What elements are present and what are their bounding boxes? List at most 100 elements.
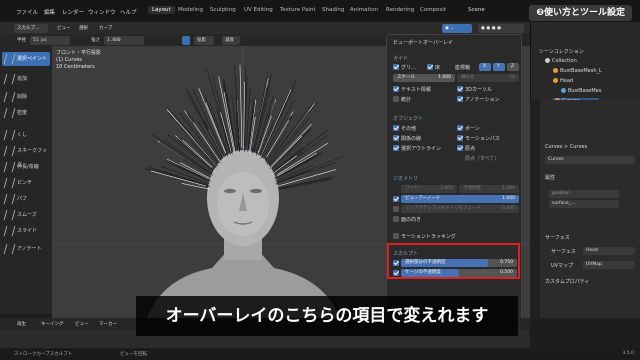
outliner-item-bustbasemesh[interactable]: BustBaseMesh_L bbox=[553, 68, 602, 74]
viewport-info: フロント・平行投影 (1) Curves 10 Centimeters bbox=[56, 50, 101, 71]
slide-icon bbox=[3, 226, 16, 236]
stats-checkbox[interactable] bbox=[393, 96, 399, 102]
mesh-data-icon bbox=[561, 88, 566, 93]
origins-all-label[interactable]: 原点（すべて） bbox=[465, 155, 499, 162]
tool-annotate[interactable]: アノテート bbox=[2, 242, 50, 256]
origins-label: 原点 bbox=[465, 146, 476, 152]
strength-field[interactable]: 1.000 bbox=[104, 35, 144, 45]
attribute-position[interactable]: position bbox=[549, 190, 619, 198]
hair-strand bbox=[197, 121, 222, 160]
grid-subdivisions-field[interactable]: 細分化 10 bbox=[457, 74, 519, 82]
bones-label: ボーン bbox=[465, 126, 480, 132]
axis-x-toggle[interactable]: X bbox=[479, 63, 491, 71]
tab-shading[interactable]: Shading bbox=[322, 7, 344, 13]
3d-cursor-checkbox[interactable] bbox=[457, 86, 463, 92]
outliner-item-bustbasemes[interactable]: BustBaseMes bbox=[561, 88, 601, 94]
tool-add[interactable]: 追加 bbox=[2, 72, 50, 86]
fade-inactive-field[interactable]: インアクティブジオメトリをフェード 0.400 bbox=[401, 205, 519, 213]
uvmap-field[interactable]: UVMap bbox=[583, 261, 635, 269]
tab-compositing[interactable]: Composit bbox=[420, 7, 446, 13]
properties-tabs[interactable] bbox=[530, 100, 540, 318]
tab-modeling[interactable]: Modeling bbox=[178, 7, 203, 13]
menu-file[interactable]: ファイル bbox=[16, 8, 38, 16]
snake-hook-icon bbox=[3, 146, 16, 156]
attributes-heading[interactable]: 属性 bbox=[545, 174, 555, 181]
tool-delete[interactable]: 削除 bbox=[2, 90, 50, 104]
surface-field[interactable]: Head bbox=[583, 247, 635, 255]
surface-heading[interactable]: サーフェス bbox=[545, 234, 570, 241]
motion-tracking-checkbox[interactable] bbox=[393, 233, 399, 239]
menu-edit[interactable]: 編集 bbox=[44, 8, 55, 16]
playback-menu[interactable]: 再生 bbox=[14, 320, 29, 329]
curves-datablock[interactable]: Curves bbox=[545, 156, 635, 164]
comb-icon bbox=[3, 130, 16, 140]
axis-y-toggle[interactable]: Y bbox=[493, 63, 505, 71]
menu-window[interactable]: ウィンドウ bbox=[88, 8, 116, 16]
density-icon bbox=[3, 108, 16, 118]
motion-paths-checkbox[interactable] bbox=[457, 135, 463, 141]
relations-checkbox[interactable] bbox=[393, 135, 399, 141]
marker-menu[interactable]: マーカー bbox=[96, 320, 120, 329]
tool-puff[interactable]: パフ bbox=[2, 192, 50, 206]
properties-breadcrumb: Curves > Curves bbox=[545, 144, 588, 150]
tab-layout[interactable]: Layout bbox=[148, 6, 175, 14]
attribute-surface[interactable]: surface_… bbox=[549, 200, 619, 208]
menu-view[interactable]: ビュー bbox=[54, 24, 74, 33]
tool-comb[interactable]: くし bbox=[2, 128, 50, 142]
tool-selection-paint[interactable]: 選択ペイント bbox=[2, 52, 50, 66]
tab-animation[interactable]: Animation bbox=[350, 7, 378, 13]
tab-texture-paint[interactable]: Texture Paint bbox=[280, 7, 316, 13]
timeline-view-menu[interactable]: ビュー bbox=[72, 320, 92, 329]
viewer-node-field[interactable]: ビューアーノード 1.000 bbox=[401, 195, 519, 203]
scene-collection[interactable]: シーンコレクション bbox=[539, 48, 584, 55]
floor-checkbox[interactable] bbox=[427, 64, 433, 70]
tool-slide[interactable]: スライド bbox=[2, 224, 50, 238]
outline-checkbox[interactable] bbox=[393, 145, 399, 151]
tool-smooth[interactable]: スムーズ bbox=[2, 208, 50, 222]
grid-label: グリ… bbox=[401, 65, 417, 71]
tool-density[interactable]: 密度 bbox=[2, 106, 50, 120]
annotation-label: アノテーション bbox=[465, 97, 500, 103]
keying-menu[interactable]: キーイング bbox=[38, 320, 67, 329]
status-bar: ストロークカーブスカルプト ビューを回転 3.5.0 bbox=[0, 348, 640, 360]
face-orientation-label: 面の向き bbox=[401, 217, 422, 223]
brush-toggle[interactable] bbox=[182, 35, 190, 45]
mode-selector[interactable]: スカルプ… bbox=[14, 23, 48, 33]
grid-checkbox[interactable] bbox=[393, 64, 399, 70]
fade-checkbox[interactable] bbox=[393, 206, 399, 212]
falloff-button[interactable]: 減衰 bbox=[222, 35, 240, 45]
wireframe-opacity-field[interactable]: 不透明度 1.000 bbox=[459, 185, 519, 193]
tool-pinch[interactable]: ピンチ bbox=[2, 176, 50, 190]
chapter-badge: ❷使い方とツール設定 bbox=[529, 5, 632, 21]
menu-select[interactable]: 選択 bbox=[76, 24, 91, 33]
viewer-node-checkbox[interactable] bbox=[393, 196, 399, 202]
shading-buttons[interactable]: ● ● ● ● bbox=[478, 23, 524, 33]
outliner-item-collection[interactable]: Collection bbox=[545, 58, 577, 64]
outliner-item-head[interactable]: Head bbox=[553, 78, 573, 84]
annotation-checkbox[interactable] bbox=[457, 96, 463, 102]
wireframe-field[interactable]: ワイヤー 1.000 bbox=[401, 185, 457, 193]
radius-field[interactable]: 51 px bbox=[30, 35, 70, 45]
mesh-icon bbox=[553, 68, 558, 73]
grid-scale-field[interactable]: スケール 1.000 bbox=[393, 74, 455, 82]
custom-properties-heading[interactable]: カスタムプロパティ bbox=[545, 278, 589, 285]
tab-sculpting[interactable]: Sculpting bbox=[210, 7, 236, 13]
extras-checkbox[interactable] bbox=[393, 125, 399, 131]
tool-grow-shrink[interactable]: 伸長/収縮 bbox=[2, 160, 50, 174]
face-orientation-checkbox[interactable] bbox=[393, 216, 399, 222]
menu-help[interactable]: ヘルプ bbox=[120, 8, 137, 16]
extras-label: その他 bbox=[401, 126, 417, 132]
origins-checkbox[interactable] bbox=[457, 145, 463, 151]
menu-render[interactable]: レンダー bbox=[62, 8, 84, 16]
menu-curves[interactable]: カーブ bbox=[96, 24, 115, 33]
tool-panel: 選択ペイント 追加 削除 密度 くし スネークフック 伸長/収縮 ピンチ パフ … bbox=[0, 46, 52, 314]
scene-selector[interactable]: Scene bbox=[468, 7, 485, 13]
axis-z-toggle[interactable]: Z bbox=[507, 63, 519, 71]
overlay-dropdown[interactable]: ◉ ⌄ bbox=[442, 23, 472, 33]
brush-mode[interactable]: 投影 bbox=[194, 35, 214, 45]
text-info-checkbox[interactable] bbox=[393, 86, 399, 92]
tool-snake-hook[interactable]: スネークフック bbox=[2, 144, 50, 168]
bones-checkbox[interactable] bbox=[457, 125, 463, 131]
tab-uv-editing[interactable]: UV Editing bbox=[244, 7, 273, 13]
tab-rendering[interactable]: Rendering bbox=[386, 7, 414, 13]
